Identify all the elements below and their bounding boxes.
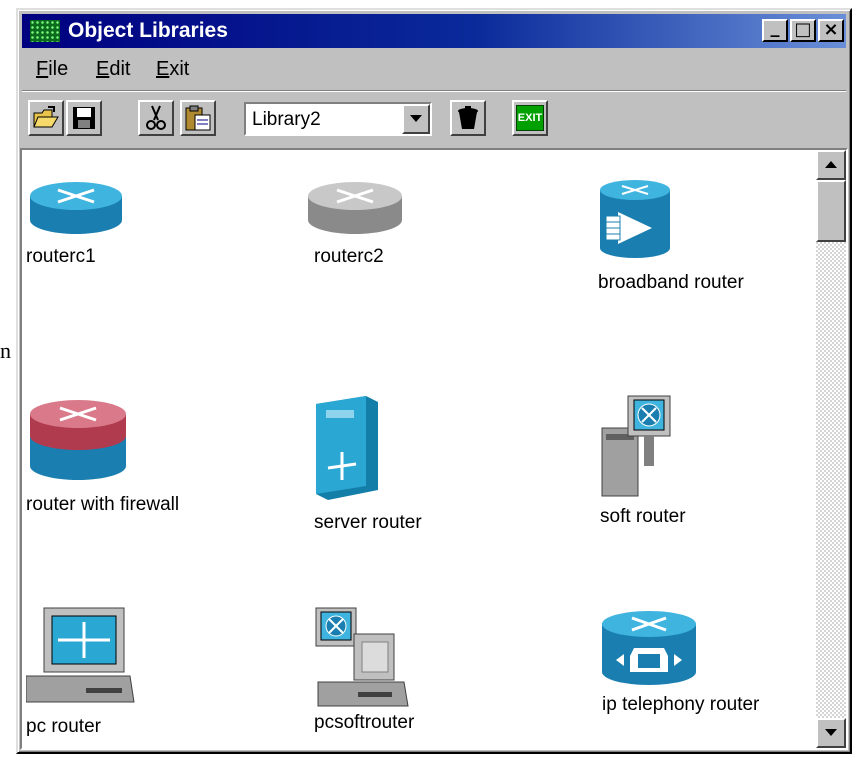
title-bar[interactable]: Object Libraries _ □ ×: [22, 14, 846, 48]
library-item-server-router[interactable]: [314, 394, 380, 507]
close-button[interactable]: ×: [818, 19, 844, 42]
library-content-area: routerc1 routerc2 broadband router route…: [20, 148, 848, 750]
library-item-router-with-firewall[interactable]: [26, 396, 130, 489]
item-label: server router: [314, 512, 422, 533]
object-libraries-window: Object Libraries _ □ × File Edit Exit Li…: [16, 8, 852, 754]
library-item-soft-router[interactable]: [600, 394, 674, 503]
menu-file[interactable]: File: [36, 58, 68, 81]
trash-can-icon: [458, 106, 478, 129]
item-label: soft router: [600, 506, 686, 527]
paste-button[interactable]: [180, 100, 216, 136]
item-label: routerc1: [26, 246, 96, 267]
vertical-scrollbar[interactable]: [816, 150, 846, 748]
library-dropdown-button[interactable]: [402, 104, 430, 134]
menu-edit[interactable]: Edit: [96, 58, 130, 81]
minimize-button[interactable]: _: [762, 19, 788, 42]
open-button[interactable]: [28, 100, 64, 136]
delete-button[interactable]: [450, 100, 486, 136]
exit-icon: EXIT: [516, 105, 544, 131]
scroll-up-button[interactable]: [816, 150, 846, 180]
toolbar: Library2 EXIT: [22, 94, 846, 144]
router-blue-icon: [30, 182, 122, 234]
library-select[interactable]: Library2: [244, 102, 432, 136]
scissors-icon: [146, 105, 166, 130]
library-item-ip-telephony-router[interactable]: [600, 608, 698, 693]
menu-exit[interactable]: Exit: [156, 58, 189, 81]
save-disk-icon: [73, 107, 95, 129]
library-item-routerc2[interactable]: [304, 178, 406, 245]
item-label: ip telephony router: [602, 694, 760, 715]
scroll-thumb[interactable]: [816, 180, 846, 242]
library-select-value: Library2: [252, 109, 321, 130]
item-label: pc router: [26, 716, 101, 737]
chevron-down-icon: [825, 729, 837, 736]
chevron-up-icon: [825, 161, 837, 168]
menu-bar: File Edit Exit: [22, 52, 842, 88]
window-title: Object Libraries: [68, 19, 228, 42]
router-firewall-icon: [30, 400, 126, 480]
ip-telephony-router-icon: [602, 611, 696, 685]
scroll-down-button[interactable]: [816, 718, 846, 748]
item-label: broadband router: [598, 272, 744, 293]
broadband-router-icon: [600, 180, 670, 258]
cut-button[interactable]: [138, 100, 174, 136]
item-label: router with firewall: [26, 494, 180, 515]
app-icon: [30, 20, 60, 42]
maximize-button[interactable]: □: [790, 19, 816, 42]
library-item-routerc1[interactable]: [26, 178, 126, 245]
clipboard-icon: [185, 105, 211, 131]
library-item-broadband-router[interactable]: [598, 178, 672, 267]
open-folder-icon: [33, 106, 59, 128]
item-label: pcsoftrouter: [314, 712, 415, 733]
exit-button[interactable]: EXIT: [512, 100, 548, 136]
library-item-pc-router[interactable]: [25, 606, 138, 715]
router-gray-icon: [308, 182, 402, 234]
stray-character: n: [0, 338, 11, 363]
server-router-icon: [316, 396, 378, 500]
chevron-down-icon: [410, 115, 422, 122]
save-button[interactable]: [66, 100, 102, 136]
pc-router-icon: [25, 607, 135, 703]
menu-separator: [22, 90, 846, 92]
library-item-pcsoftrouter[interactable]: [314, 606, 410, 713]
soft-router-icon: [601, 395, 671, 497]
item-label: routerc2: [314, 246, 384, 267]
pc-soft-router-icon: [315, 607, 409, 707]
